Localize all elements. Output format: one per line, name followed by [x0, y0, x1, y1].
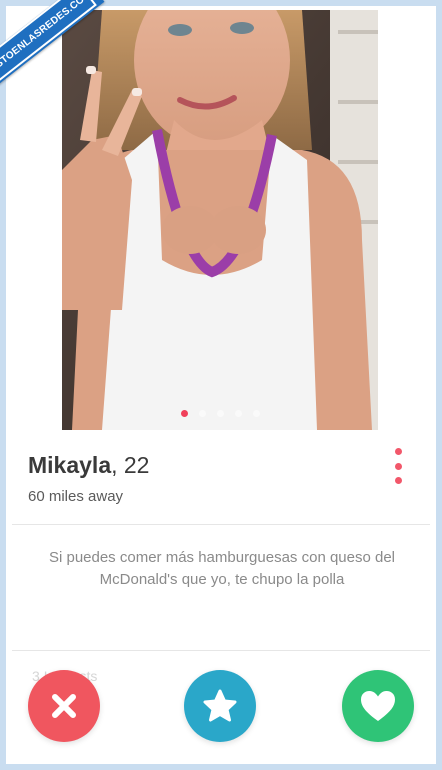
- photo-pager-dot[interactable]: [198, 410, 206, 417]
- divider: [12, 650, 430, 651]
- profile-photo-illustration: [62, 10, 378, 430]
- photo-pager-dot[interactable]: [234, 410, 242, 417]
- more-options-icon[interactable]: [392, 448, 404, 484]
- profile-header: Mikayla , 22: [28, 452, 408, 482]
- profile-bio: Si puedes comer más hamburguesas con que…: [48, 549, 396, 588]
- photo-pager-dot[interactable]: [252, 410, 260, 417]
- profile-age: 22: [123, 452, 150, 478]
- like-button[interactable]: [342, 670, 414, 742]
- profile-age-separator: ,: [111, 452, 124, 478]
- nope-button[interactable]: [28, 670, 100, 742]
- profile-distance: 60 miles away: [28, 488, 124, 505]
- action-bar: [0, 670, 442, 742]
- photo-pager: [62, 410, 378, 417]
- star-icon: [203, 689, 237, 722]
- photo-pager-dot[interactable]: [180, 410, 188, 417]
- profile-photo[interactable]: [62, 10, 378, 430]
- photo-pager-dot[interactable]: [216, 410, 224, 417]
- close-icon: [52, 694, 76, 718]
- profile-name: Mikayla: [28, 452, 112, 478]
- super-like-button[interactable]: [184, 670, 256, 742]
- heart-icon: [361, 691, 395, 721]
- divider: [12, 524, 430, 525]
